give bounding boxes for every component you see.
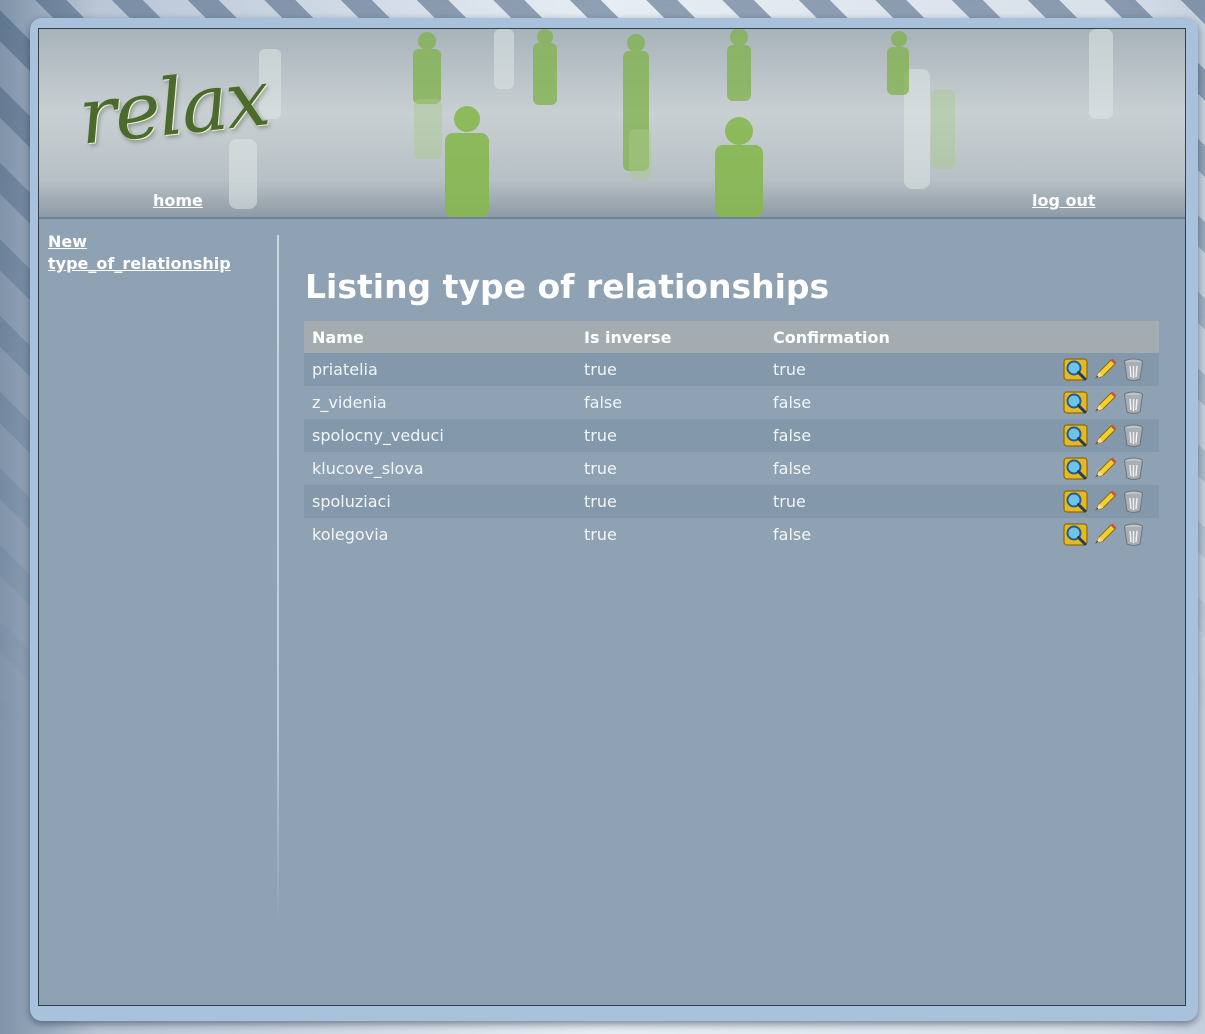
new-link-line1: New — [48, 232, 88, 251]
new-type-of-relationship-link[interactable]: New type_of_relationship — [48, 231, 268, 275]
edit-pencil-icon[interactable] — [1091, 521, 1118, 548]
table-row: priatelia true true — [304, 353, 1159, 386]
header-banner: relax home log out — [39, 29, 1185, 219]
cell-name: spolocny_veduci — [312, 426, 444, 445]
cell-actions — [1035, 356, 1159, 383]
edit-pencil-icon[interactable] — [1091, 422, 1118, 449]
sidebar-divider — [277, 235, 279, 925]
cell-name: z_videnia — [312, 393, 387, 412]
delete-trash-icon[interactable] — [1120, 488, 1147, 515]
cell-confirmation: false — [773, 426, 812, 445]
edit-pencil-icon[interactable] — [1091, 488, 1118, 515]
table-row: spoluziaci true true — [304, 485, 1159, 518]
cell-confirmation: false — [773, 525, 812, 544]
home-link[interactable]: home — [153, 191, 203, 210]
table-row: klucove_slova true false — [304, 452, 1159, 485]
relax-logo: relax — [74, 53, 273, 163]
show-icon[interactable] — [1062, 488, 1089, 515]
cell-actions — [1035, 521, 1159, 548]
column-header-name: Name — [312, 327, 364, 347]
relationship-types-table: Name Is inverse Confirmation priatelia t… — [304, 321, 1159, 551]
delete-trash-icon[interactable] — [1120, 389, 1147, 416]
cell-is-inverse: true — [584, 492, 617, 511]
column-header-is-inverse: Is inverse — [584, 327, 672, 347]
logout-link[interactable]: log out — [1032, 191, 1096, 210]
show-icon[interactable] — [1062, 521, 1089, 548]
table-row: kolegovia true false — [304, 518, 1159, 551]
edit-pencil-icon[interactable] — [1091, 356, 1118, 383]
table-row: z_videnia false false — [304, 386, 1159, 419]
cell-name: spoluziaci — [312, 492, 391, 511]
cell-is-inverse: true — [584, 360, 617, 379]
cell-actions — [1035, 389, 1159, 416]
cell-is-inverse: false — [584, 393, 623, 412]
cell-actions — [1035, 422, 1159, 449]
sidebar: New type_of_relationship — [48, 231, 268, 275]
show-icon[interactable] — [1062, 356, 1089, 383]
cell-is-inverse: true — [584, 525, 617, 544]
cell-actions — [1035, 455, 1159, 482]
delete-trash-icon[interactable] — [1120, 521, 1147, 548]
new-link-line2: type_of_relationship — [48, 254, 231, 273]
cell-is-inverse: true — [584, 459, 617, 478]
edit-pencil-icon[interactable] — [1091, 455, 1118, 482]
page-frame: relax home log out New type_of_relations… — [38, 28, 1186, 1006]
cell-name: klucove_slova — [312, 459, 424, 478]
show-icon[interactable] — [1062, 455, 1089, 482]
cell-name: priatelia — [312, 360, 378, 379]
cell-confirmation: false — [773, 459, 812, 478]
cell-confirmation: true — [773, 492, 806, 511]
page-title: Listing type of relationships — [305, 267, 830, 306]
table-body: priatelia true true z_videnia false fals… — [304, 353, 1159, 551]
table-header: Name Is inverse Confirmation — [304, 321, 1159, 353]
cell-name: kolegovia — [312, 525, 389, 544]
delete-trash-icon[interactable] — [1120, 356, 1147, 383]
cell-actions — [1035, 488, 1159, 515]
edit-pencil-icon[interactable] — [1091, 389, 1118, 416]
cell-confirmation: true — [773, 360, 806, 379]
show-icon[interactable] — [1062, 389, 1089, 416]
cell-is-inverse: true — [584, 426, 617, 445]
cell-confirmation: false — [773, 393, 812, 412]
delete-trash-icon[interactable] — [1120, 422, 1147, 449]
delete-trash-icon[interactable] — [1120, 455, 1147, 482]
show-icon[interactable] — [1062, 422, 1089, 449]
column-header-confirmation: Confirmation — [773, 327, 890, 347]
table-row: spolocny_veduci true false — [304, 419, 1159, 452]
